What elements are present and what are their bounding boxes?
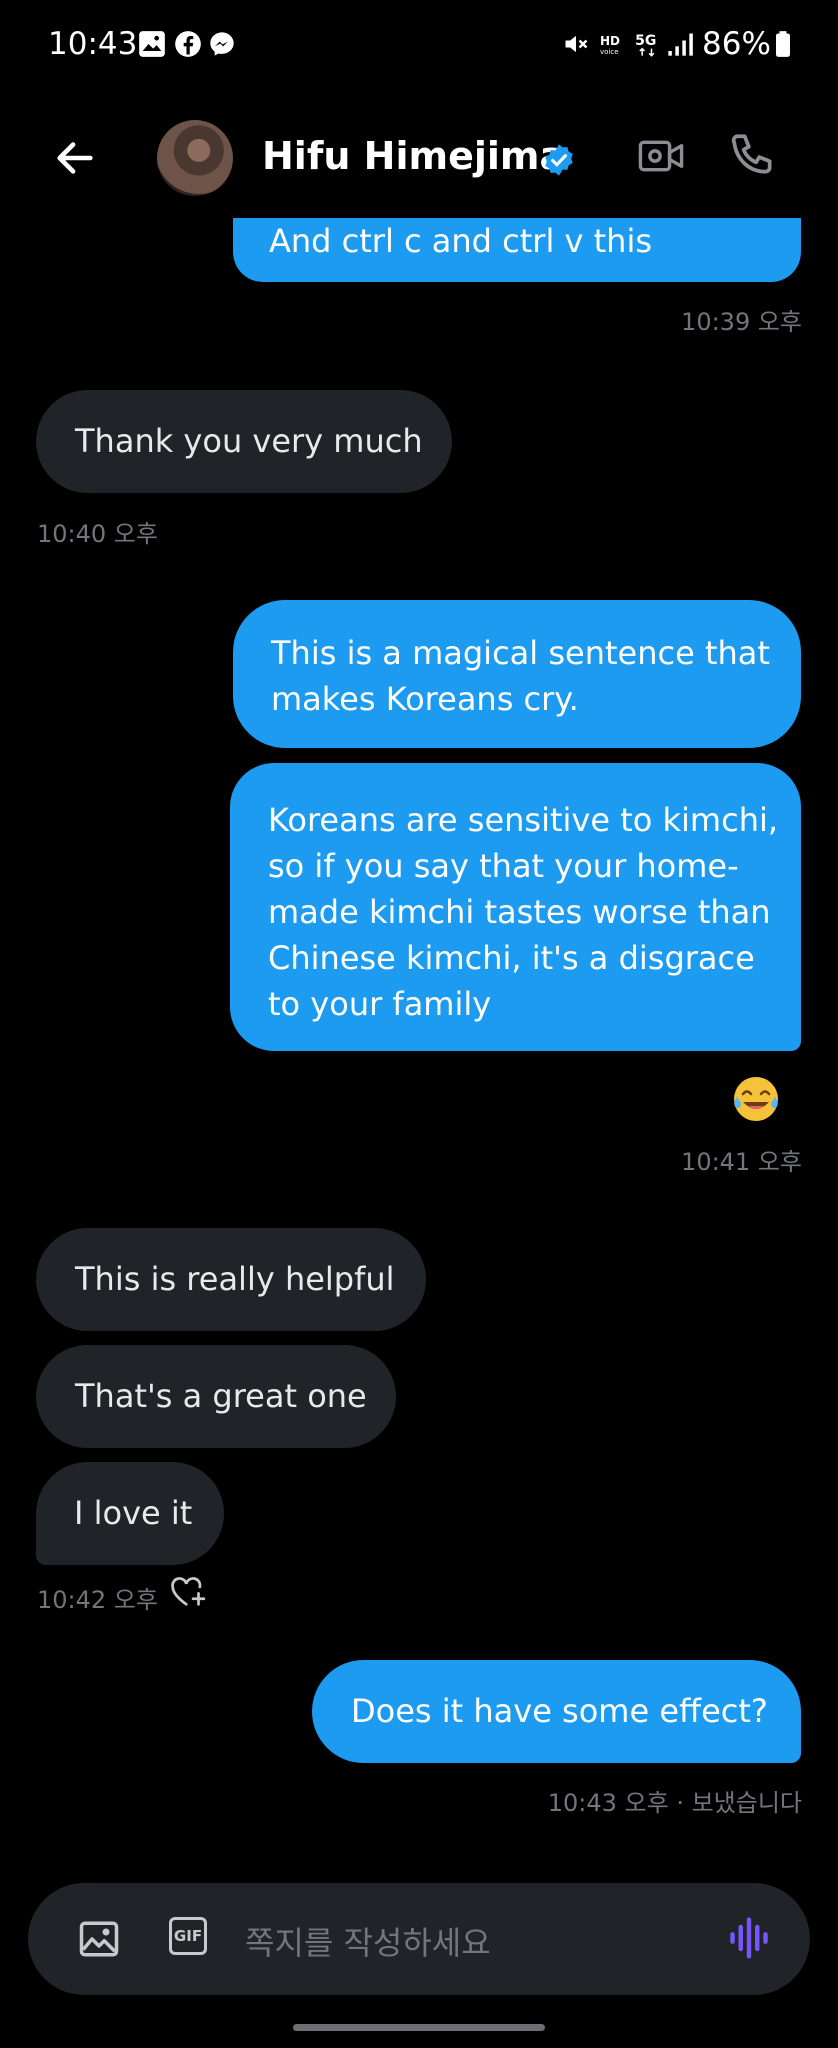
add-reaction-heart-icon[interactable]: [170, 1575, 208, 1609]
message-bubble-outgoing[interactable]: And ctrl c and ctrl v this: [233, 218, 801, 282]
laughing-tears-emoji-icon: [734, 1077, 778, 1121]
home-indicator[interactable]: [293, 2024, 545, 2031]
message-timestamp: 10:42 오후: [37, 1586, 158, 1614]
reaction-emoji[interactable]: [730, 1073, 782, 1125]
battery-percent: 86%: [702, 26, 771, 62]
svg-text:HD: HD: [600, 34, 620, 48]
status-bar: 10:43 HD voice 5G 86%: [0, 0, 838, 90]
message-timestamp: 10:41 오후: [681, 1148, 802, 1176]
back-arrow-icon[interactable]: [52, 135, 98, 181]
message-bubble-outgoing[interactable]: Koreans are sensitive to kimchi, so if y…: [230, 763, 801, 1051]
mute-icon: [565, 35, 588, 53]
status-time: 10:43: [48, 26, 138, 62]
verified-badge-icon: [545, 144, 573, 176]
message-bubble-incoming[interactable]: Thank you very much: [36, 390, 452, 493]
gif-icon: GIF: [169, 1917, 207, 1955]
message-input[interactable]: 쪽지를 작성하세요: [245, 1918, 491, 1964]
message-bubble-outgoing[interactable]: This is a magical sentence that makes Ko…: [233, 600, 801, 748]
message-text: I love it: [74, 1494, 193, 1532]
video-call-icon[interactable]: [637, 135, 685, 177]
hd-voice-icon: HDvoice: [600, 34, 620, 56]
image-icon[interactable]: [78, 1918, 120, 1960]
message-text: And ctrl c and ctrl v this: [269, 222, 653, 260]
svg-text:voice: voice: [600, 48, 619, 56]
message-timestamp: 10:40 오후: [37, 520, 158, 548]
gallery-icon: [139, 31, 165, 57]
avatar[interactable]: [157, 120, 233, 196]
message-bubble-incoming[interactable]: I love it: [36, 1462, 224, 1565]
gif-button[interactable]: GIF: [169, 1917, 211, 1959]
message-text: This is really helpful: [75, 1260, 395, 1298]
messenger-icon: [210, 32, 234, 56]
message-timestamp: 10:39 오후: [681, 308, 802, 336]
message-text: Thank you very much: [75, 422, 423, 460]
message-bubble-incoming[interactable]: This is really helpful: [36, 1228, 426, 1331]
voice-message-icon[interactable]: [727, 1915, 771, 1961]
battery-icon: [776, 31, 790, 57]
message-bubble-incoming[interactable]: That's a great one: [36, 1345, 396, 1448]
5g-icon: 5G: [635, 33, 656, 57]
message-text: Does it have some effect?: [351, 1692, 768, 1730]
phone-icon[interactable]: [728, 130, 778, 180]
message-timestamp: 10:43 오후 · 보냈습니다: [547, 1789, 802, 1817]
svg-text:5G: 5G: [635, 33, 656, 49]
facebook-icon: [175, 31, 201, 57]
message-text: This is a magical sentence that makes Ko…: [271, 634, 770, 718]
contact-name[interactable]: Hifu Himejima: [262, 134, 565, 178]
signal-icon: [668, 33, 693, 56]
message-bubble-outgoing[interactable]: Does it have some effect?: [312, 1660, 801, 1763]
message-text: Koreans are sensitive to kimchi, so if y…: [268, 801, 779, 1023]
message-text: That's a great one: [75, 1377, 367, 1415]
